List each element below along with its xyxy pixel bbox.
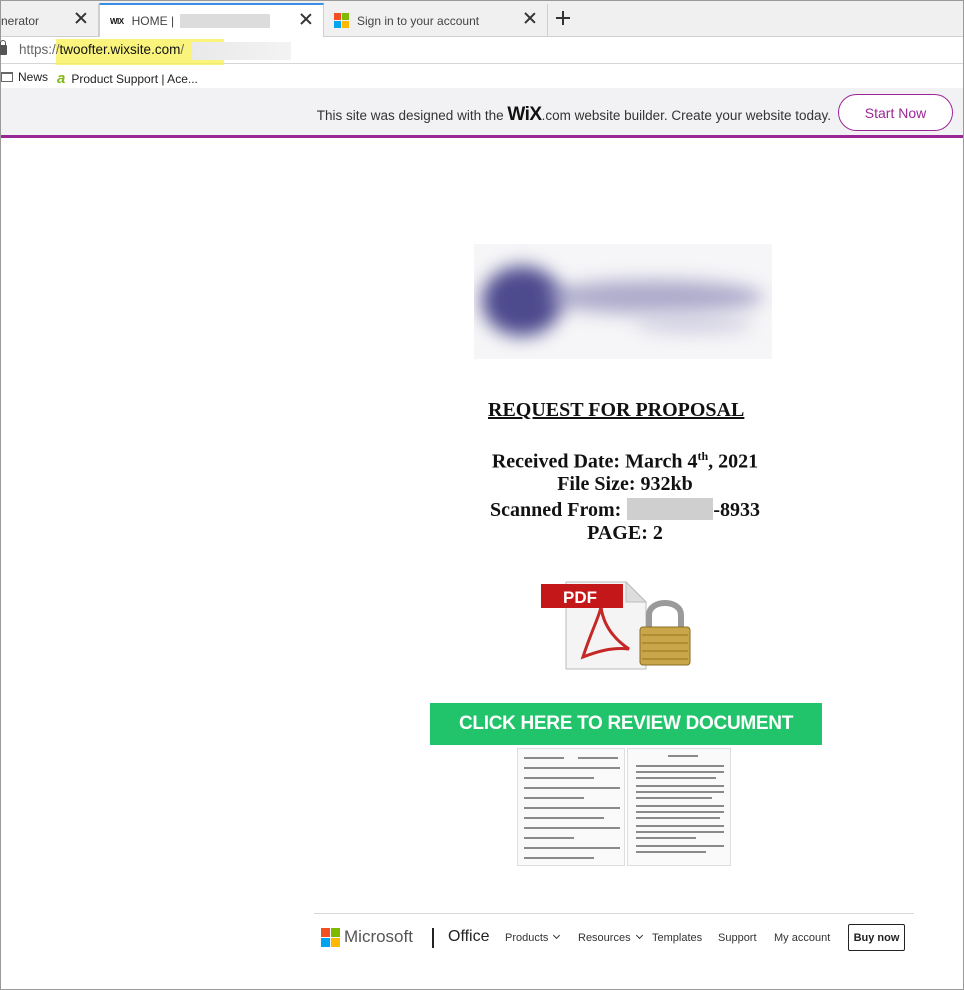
chevron-down-icon [553,931,561,940]
redacted-tab-title [180,14,271,28]
page-content: REQUEST FOR PROPOSAL Received Date: Marc… [1,141,963,989]
nav-resources[interactable]: Resources [578,931,643,944]
review-document-button[interactable]: CLICK HERE TO REVIEW DOCUMENT [430,703,822,745]
wix-banner-suffix: .com website builder. Create your websit… [541,108,831,123]
wix-favicon-icon: WIX [110,16,124,26]
received-year: , 2021 [708,450,759,473]
office-footer: Microsoft Office Products Resources Temp… [314,913,914,963]
received-date: Received Date: March 4th, 2021 [425,449,825,474]
redacted-url [191,42,291,60]
close-icon[interactable] [74,11,88,25]
start-now-button[interactable]: Start Now [838,94,953,131]
bookmark-label: Product Support | Ace... [71,71,198,86]
microsoft-brand: Microsoft [344,927,413,946]
form-thumbnail [517,748,625,866]
nav-templates[interactable]: Templates [652,932,702,944]
tab-sign-in[interactable]: Sign in to your account [324,4,548,37]
received-ordinal: th [697,449,709,463]
scanned-suffix: -8933 [713,499,760,521]
tab-strip: nerator WIX HOME | Sign in to your accou… [1,1,963,37]
url-scheme: https:// [19,42,60,57]
nav-products[interactable]: Products [505,931,561,944]
browser-window: nerator WIX HOME | Sign in to your accou… [0,0,964,990]
blurred-logo [474,244,772,359]
wix-banner-prefix: This site was designed with the [316,108,504,123]
pdf-label: PDF [563,588,597,607]
tab-label: nerator [1,13,40,28]
bookmark-label: News [18,70,49,84]
close-icon[interactable] [523,11,537,25]
tab-label: Sign in to your account [357,13,480,28]
acer-icon: a [57,70,66,87]
url-host: twoofter.wixsite.com [59,42,181,57]
document-title: REQUEST FOR PROPOSAL [488,399,745,421]
page-number: PAGE: 2 [587,522,663,544]
pdf-lock-icon: PDF [541,580,691,670]
tab-home[interactable]: WIX HOME | [99,3,324,37]
microsoft-favicon-icon [334,13,349,28]
nav-my-account[interactable]: My account [774,932,830,944]
footer-divider [432,928,434,948]
scanned-label: Scanned From: [490,499,622,521]
url-text[interactable]: https://twoofter.wixsite.com/ [19,42,184,57]
bookmark-news[interactable]: News [1,70,48,84]
scanned-from: Scanned From: -8933 [425,498,825,522]
bookmark-product-support[interactable]: a Product Support | Ace... [57,70,198,87]
received-label: Received Date: [491,450,621,473]
nav-label: Products [505,932,549,944]
bookmarks-bar: News a Product Support | Ace... [1,65,963,88]
wix-banner-text: This site was designed with the WiX.com … [317,104,831,126]
address-bar[interactable]: https://twoofter.wixsite.com/ [0,38,963,65]
wix-logo: WiX [507,104,542,125]
tab-label: HOME | [131,14,175,28]
lock-icon [0,40,7,55]
document-thumbnails[interactable] [517,748,731,866]
office-product[interactable]: Office [448,928,490,946]
wix-banner: This site was designed with the WiX.com … [1,88,963,138]
buy-now-button[interactable]: Buy now [848,924,905,951]
redacted-number [627,498,714,520]
folder-icon [1,72,13,82]
tab-generator[interactable]: nerator [1,4,99,37]
nav-label: Resources [578,932,631,944]
letter-thumbnail [627,748,731,866]
new-tab-icon[interactable] [554,9,572,27]
url-path: / [180,42,185,57]
microsoft-logo-icon [321,928,340,947]
chevron-down-icon [635,931,643,940]
received-month-day: March 4 [625,450,698,473]
nav-support[interactable]: Support [718,932,757,944]
file-size: File Size: 932kb [557,473,693,495]
close-icon[interactable] [299,12,313,26]
